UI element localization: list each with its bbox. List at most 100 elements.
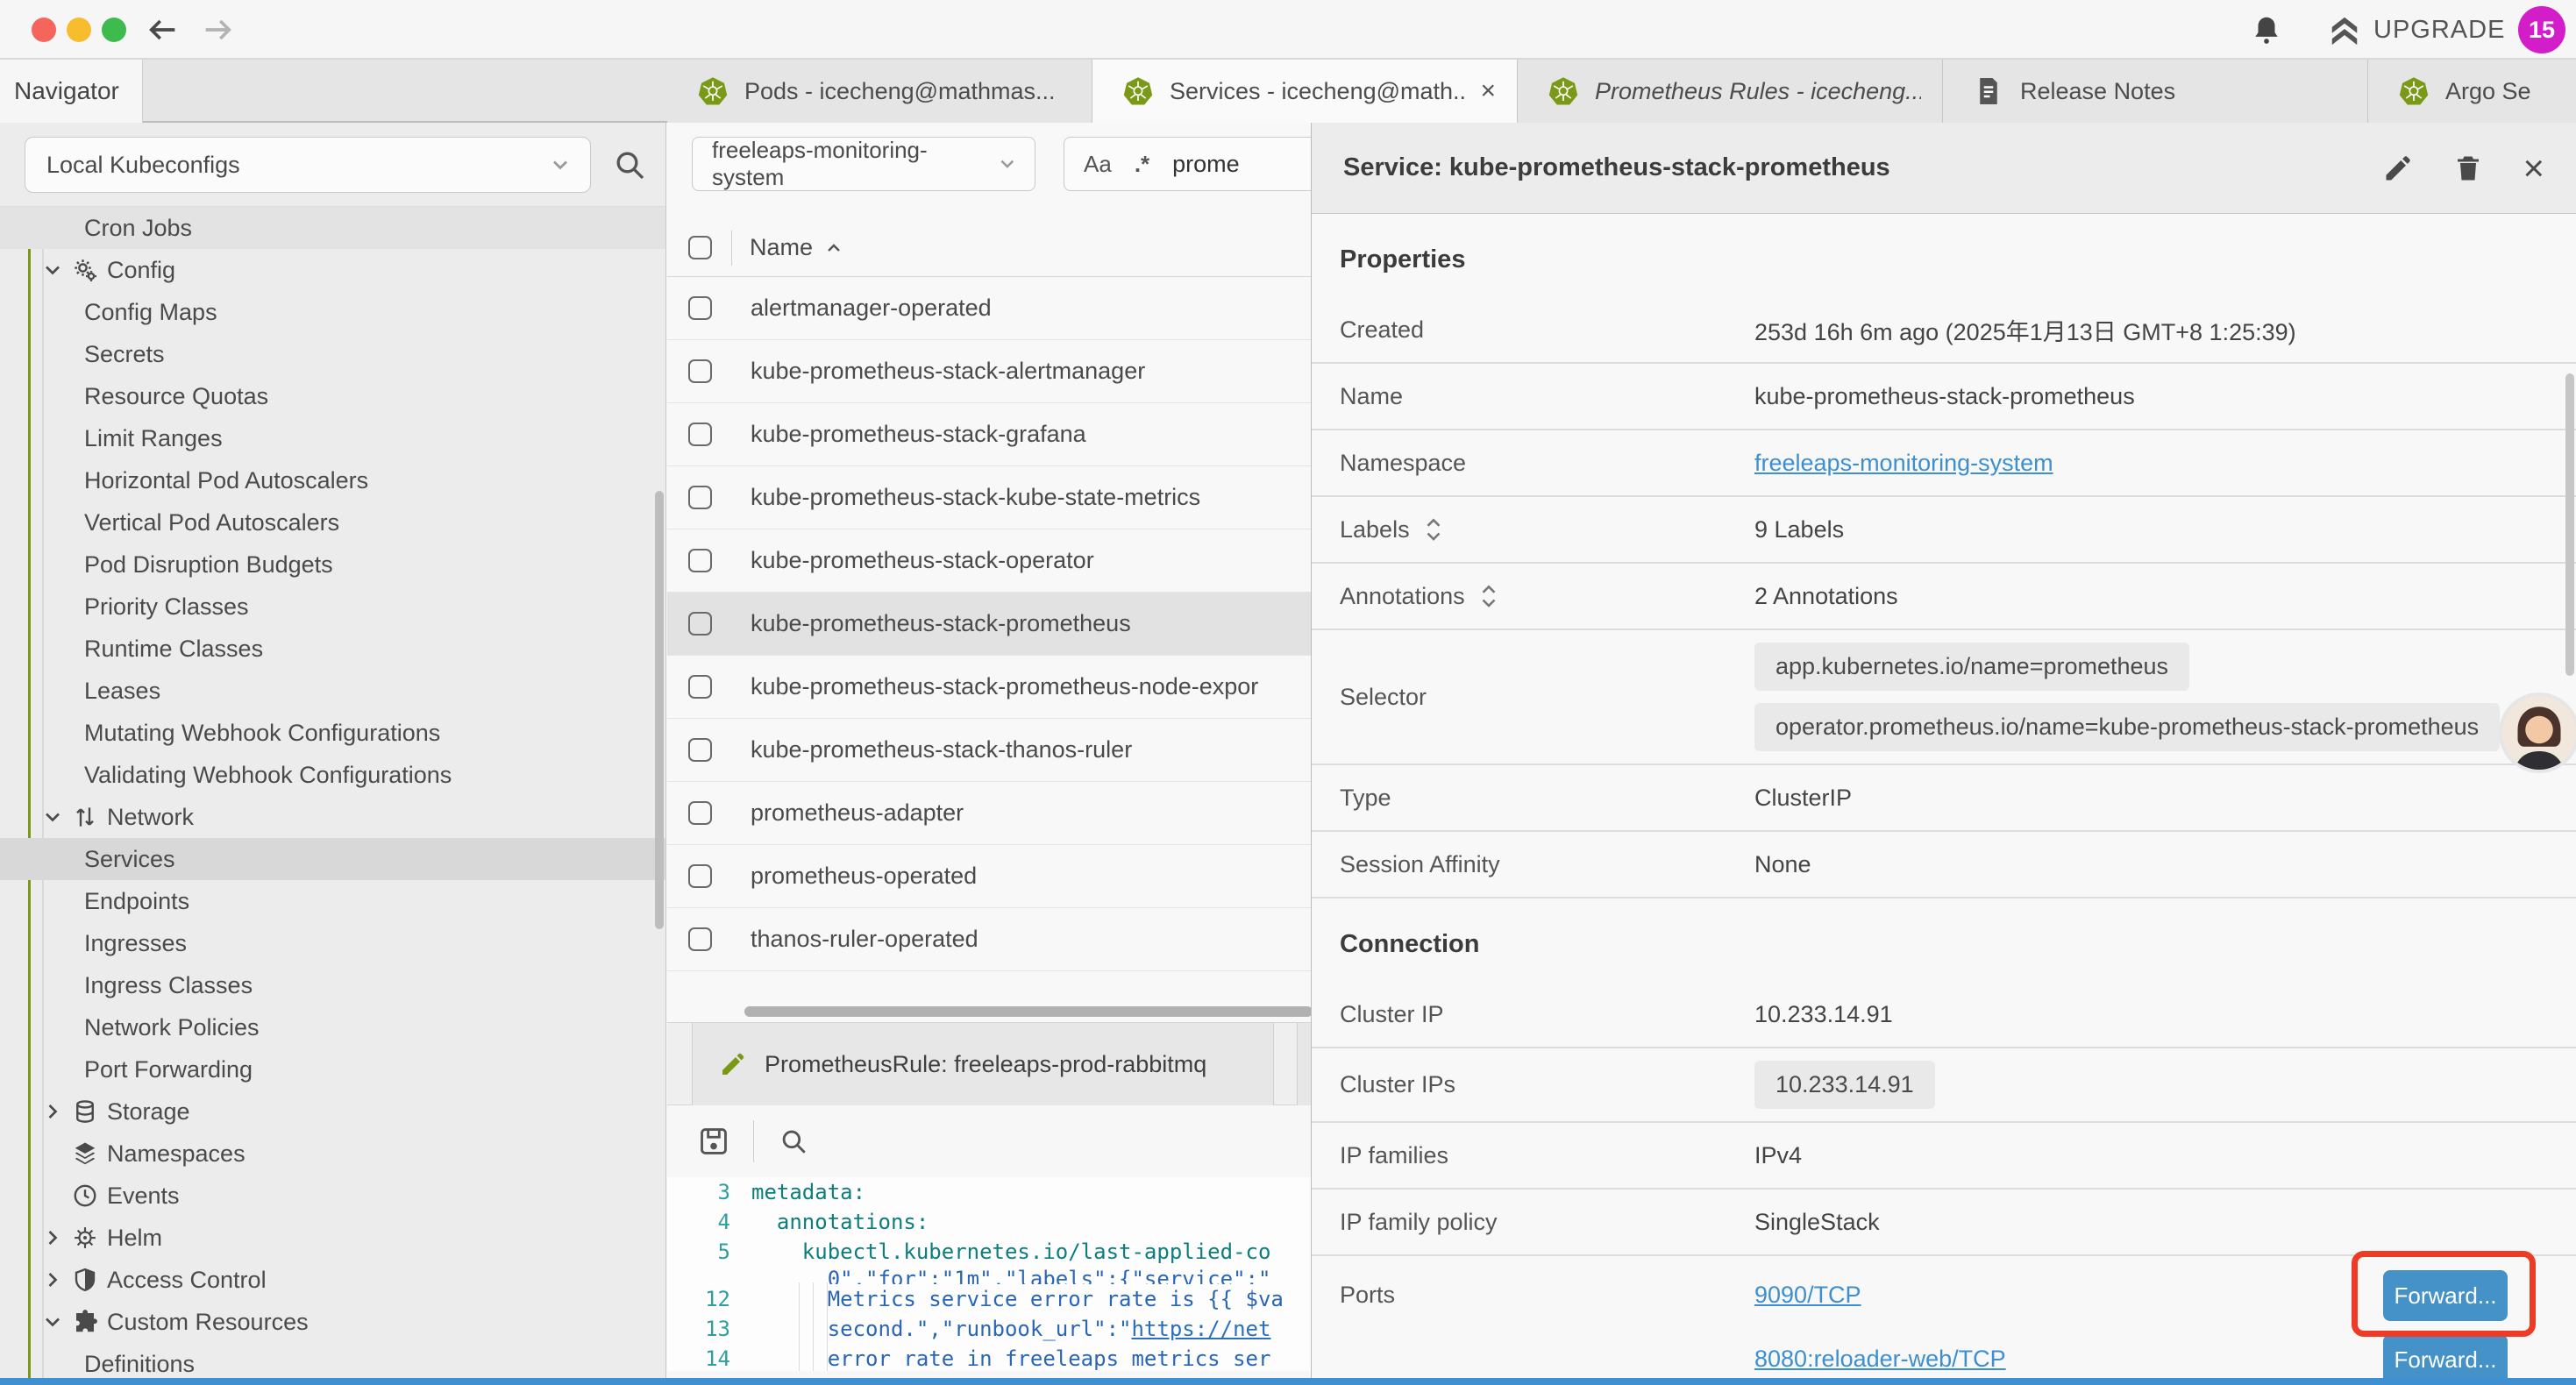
- sort-toggle-icon[interactable]: [1477, 583, 1500, 609]
- sidebar-item-endpoints[interactable]: Endpoints: [0, 880, 665, 922]
- sidebar-item-resource-quotas[interactable]: Resource Quotas: [0, 375, 665, 417]
- tab-pods-icecheng-mathmas[interactable]: Pods - icecheng@mathmas...: [667, 60, 1092, 123]
- edit-pencil-icon[interactable]: [2382, 153, 2414, 184]
- sidebar-item-storage[interactable]: Storage: [0, 1090, 665, 1133]
- forward-icon[interactable]: [200, 12, 235, 47]
- sidebar-item-label: Services: [84, 846, 175, 873]
- namespace-selector[interactable]: freeleaps-monitoring-system: [692, 137, 1035, 191]
- name-column-header[interactable]: Name: [750, 234, 813, 261]
- sidebar-item-events[interactable]: Events: [0, 1175, 665, 1217]
- sidebar-item-config-maps[interactable]: Config Maps: [0, 291, 665, 333]
- editor-link[interactable]: https://net: [1131, 1317, 1270, 1341]
- sidebar-item-validating-webhook-configurations[interactable]: Validating Webhook Configurations: [0, 754, 665, 796]
- close-icon[interactable]: ×: [2523, 150, 2544, 187]
- user-avatar[interactable]: [2499, 692, 2576, 773]
- tab-release-notes[interactable]: Release Notes: [1943, 60, 2368, 123]
- sidebar-item-horizontal-pod-autoscalers[interactable]: Horizontal Pod Autoscalers: [0, 459, 665, 501]
- chevron-down-icon[interactable]: [40, 257, 72, 283]
- sidebar-item-pod-disruption-budgets[interactable]: Pod Disruption Budgets: [0, 543, 665, 586]
- chevron-right-icon[interactable]: [40, 1225, 72, 1251]
- port-link[interactable]: 9090/TCP: [1754, 1282, 1861, 1309]
- toolbar-divider: [753, 1120, 754, 1162]
- traffic-light-minimize-button[interactable]: [67, 18, 91, 42]
- chevron-right-icon[interactable]: [40, 1098, 72, 1125]
- sidebar-scrollbar[interactable]: [655, 491, 664, 929]
- table-horizontal-scrollbar[interactable]: [744, 1006, 1313, 1017]
- row-checkbox[interactable]: [688, 423, 712, 446]
- chevron-down-icon[interactable]: [40, 804, 72, 830]
- row-checkbox[interactable]: [688, 296, 712, 320]
- traffic-light-close-button[interactable]: [32, 18, 56, 42]
- dock-tab-prometheusrule[interactable]: PrometheusRule: freeleaps-prod-rabbitmq: [692, 1023, 1274, 1105]
- row-checkbox[interactable]: [688, 675, 712, 699]
- sidebar-item-config[interactable]: Config: [0, 249, 665, 291]
- notifications-bell-icon[interactable]: [2250, 13, 2283, 46]
- tab-argo-se[interactable]: Argo Se: [2368, 60, 2576, 123]
- chevron-spacer: [40, 1183, 72, 1209]
- sidebar-item-helm[interactable]: Helm: [0, 1217, 665, 1259]
- sidebar-item-custom-resources[interactable]: Custom Resources: [0, 1301, 665, 1343]
- sidebar-item-services[interactable]: Services: [0, 838, 665, 880]
- back-icon[interactable]: [146, 12, 181, 47]
- document-icon: [1973, 75, 2004, 107]
- navigator-tree: Cron JobsConfigConfig MapsSecretsResourc…: [0, 207, 665, 1378]
- traffic-light-zoom-button[interactable]: [102, 18, 126, 42]
- sidebar-item-ingresses[interactable]: Ingresses: [0, 922, 665, 964]
- detail-label: Labels: [1340, 516, 1410, 543]
- sidebar-item-runtime-classes[interactable]: Runtime Classes: [0, 628, 665, 670]
- detail-value: 9 Labels: [1754, 516, 1844, 543]
- sidebar-search-icon[interactable]: [612, 147, 647, 182]
- sidebar-item-namespaces[interactable]: Namespaces: [0, 1133, 665, 1175]
- sidebar-item-access-control[interactable]: Access Control: [0, 1259, 665, 1301]
- kubeconfig-selector[interactable]: Local Kubeconfigs: [25, 137, 591, 193]
- sidebar-item-network[interactable]: Network: [0, 796, 665, 838]
- notification-count-badge[interactable]: 15: [2518, 6, 2565, 53]
- row-checkbox[interactable]: [688, 864, 712, 888]
- row-checkbox[interactable]: [688, 801, 712, 825]
- match-case-toggle[interactable]: Aa: [1084, 151, 1112, 178]
- editor-search-icon[interactable]: [779, 1126, 808, 1156]
- tab-prometheus-rules-icecheng[interactable]: Prometheus Rules - icecheng...: [1518, 60, 1943, 123]
- sidebar-item-leases[interactable]: Leases: [0, 670, 665, 712]
- save-icon[interactable]: [697, 1125, 730, 1158]
- sort-ascending-icon[interactable]: [823, 238, 844, 259]
- detail-label: Name: [1340, 383, 1403, 410]
- row-checkbox[interactable]: [688, 549, 712, 572]
- tab-close-icon[interactable]: ×: [1480, 78, 1496, 104]
- sidebar-item-definitions[interactable]: Definitions: [0, 1343, 665, 1378]
- row-checkbox[interactable]: [688, 359, 712, 383]
- port-link[interactable]: 8080:reloader-web/TCP: [1754, 1346, 2006, 1373]
- sidebar-item-port-forwarding[interactable]: Port Forwarding: [0, 1048, 665, 1090]
- sidebar-item-secrets[interactable]: Secrets: [0, 333, 665, 375]
- sidebar-item-network-policies[interactable]: Network Policies: [0, 1006, 665, 1048]
- sidebar-item-vertical-pod-autoscalers[interactable]: Vertical Pod Autoscalers: [0, 501, 665, 543]
- detail-value: 10.233.14.91: [1754, 1001, 1893, 1028]
- upgrade-button[interactable]: UPGRADE: [2328, 12, 2505, 47]
- sidebar-item-label: Custom Resources: [107, 1309, 309, 1336]
- sidebar-item-limit-ranges[interactable]: Limit Ranges: [0, 417, 665, 459]
- sidebar-item-cron-jobs[interactable]: Cron Jobs: [0, 207, 665, 249]
- detail-row-ip-families: IP familiesIPv4: [1312, 1123, 2576, 1190]
- delete-trash-icon[interactable]: [2452, 153, 2484, 184]
- sort-toggle-icon[interactable]: [1422, 516, 1445, 543]
- chevron-right-icon[interactable]: [40, 1267, 72, 1293]
- tab-services-icecheng-math[interactable]: Services - icecheng@math...×: [1092, 60, 1518, 123]
- kubernetes-icon: [2398, 75, 2430, 107]
- drawer-scrollbar[interactable]: [2565, 373, 2574, 676]
- sidebar-item-ingress-classes[interactable]: Ingress Classes: [0, 964, 665, 1006]
- row-checkbox[interactable]: [688, 486, 712, 509]
- chevron-down-icon[interactable]: [40, 1309, 72, 1335]
- line-number: 14: [667, 1346, 730, 1371]
- sidebar-item-priority-classes[interactable]: Priority Classes: [0, 586, 665, 628]
- wrap-guide: [799, 1282, 800, 1371]
- regex-toggle[interactable]: .*: [1135, 151, 1149, 178]
- forward-button[interactable]: Forward...: [2383, 1334, 2508, 1378]
- row-checkbox[interactable]: [688, 738, 712, 762]
- sidebar-item-mutating-webhook-configurations[interactable]: Mutating Webhook Configurations: [0, 712, 665, 754]
- detail-label: Annotations: [1340, 583, 1465, 610]
- select-all-checkbox[interactable]: [688, 236, 712, 259]
- row-checkbox[interactable]: [688, 927, 712, 951]
- namespace-link[interactable]: freeleaps-monitoring-system: [1754, 450, 2053, 477]
- titlebar: UPGRADE 15: [0, 0, 2576, 60]
- row-checkbox[interactable]: [688, 612, 712, 636]
